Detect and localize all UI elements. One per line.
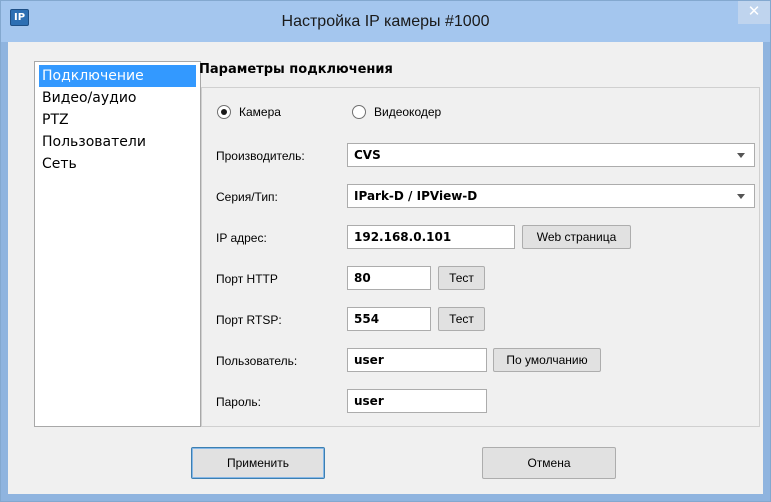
apply-button[interactable]: Применить: [191, 447, 325, 479]
manufacturer-label: Производитель:: [216, 149, 305, 163]
password-input[interactable]: user: [347, 389, 487, 413]
sidebar-item-network[interactable]: Сеть: [39, 153, 196, 175]
sidebar-item-connection[interactable]: Подключение: [39, 65, 196, 87]
user-input[interactable]: user: [347, 348, 487, 372]
web-page-button[interactable]: Web страница: [522, 225, 631, 249]
manufacturer-value: CVS: [354, 148, 381, 162]
series-select[interactable]: IPark-D / IPView-D: [347, 184, 755, 208]
radio-encoder[interactable]: [352, 105, 366, 119]
rtsp-test-button[interactable]: Тест: [438, 307, 485, 331]
password-label: Пароль:: [216, 395, 261, 409]
connection-params-group: Камера Видеокодер Производитель: CVS Сер…: [201, 87, 760, 427]
http-port-label: Порт HTTP: [216, 272, 278, 286]
group-title: Параметры подключения: [199, 62, 393, 77]
close-button[interactable]: ✕: [738, 1, 770, 24]
dialog-body: Подключение Видео/аудио PTZ Пользователи…: [8, 42, 763, 494]
window-title: Настройка IP камеры #1000: [281, 13, 490, 30]
manufacturer-select[interactable]: CVS: [347, 143, 755, 167]
series-label: Серия/Тип:: [216, 190, 278, 204]
radio-camera-label[interactable]: Камера: [239, 104, 281, 120]
ip-label: IP адрес:: [216, 231, 267, 245]
radio-camera[interactable]: [217, 105, 231, 119]
settings-nav-list[interactable]: Подключение Видео/аудио PTZ Пользователи…: [34, 61, 201, 427]
chevron-down-icon: [737, 153, 745, 158]
series-value: IPark-D / IPView-D: [354, 189, 478, 203]
chevron-down-icon: [737, 194, 745, 199]
sidebar-item-users[interactable]: Пользователи: [39, 131, 196, 153]
title-bar[interactable]: IP Настройка IP камеры #1000 ✕: [1, 1, 770, 42]
http-port-input[interactable]: 80: [347, 266, 431, 290]
default-user-button[interactable]: По умолчанию: [493, 348, 601, 372]
sidebar-item-ptz[interactable]: PTZ: [39, 109, 196, 131]
ip-input[interactable]: 192.168.0.101: [347, 225, 515, 249]
radio-encoder-label[interactable]: Видеокодер: [374, 104, 441, 120]
close-icon: ✕: [747, 2, 761, 20]
settings-window: IP Настройка IP камеры #1000 ✕ Подключен…: [0, 0, 771, 502]
sidebar-item-video-audio[interactable]: Видео/аудио: [39, 87, 196, 109]
rtsp-port-label: Порт RTSP:: [216, 313, 282, 327]
rtsp-port-input[interactable]: 554: [347, 307, 431, 331]
cancel-button[interactable]: Отмена: [482, 447, 616, 479]
http-test-button[interactable]: Тест: [438, 266, 485, 290]
user-label: Пользователь:: [216, 354, 298, 368]
